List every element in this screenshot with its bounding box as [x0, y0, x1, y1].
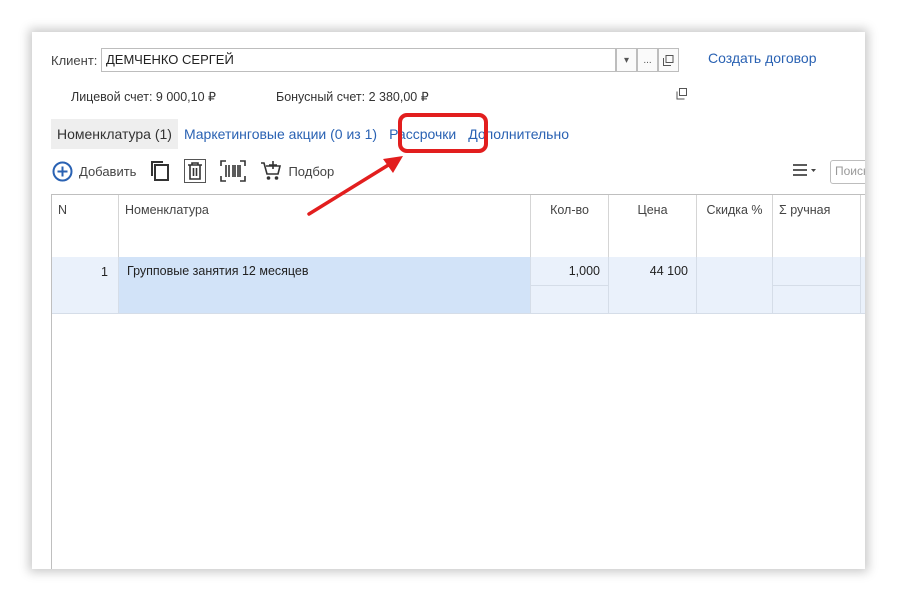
- annotation-arrow: [307, 156, 403, 216]
- document-form: Клиент: ДЕМЧЕНКО СЕРГЕЙ ▾ ... Создать до…: [32, 32, 865, 569]
